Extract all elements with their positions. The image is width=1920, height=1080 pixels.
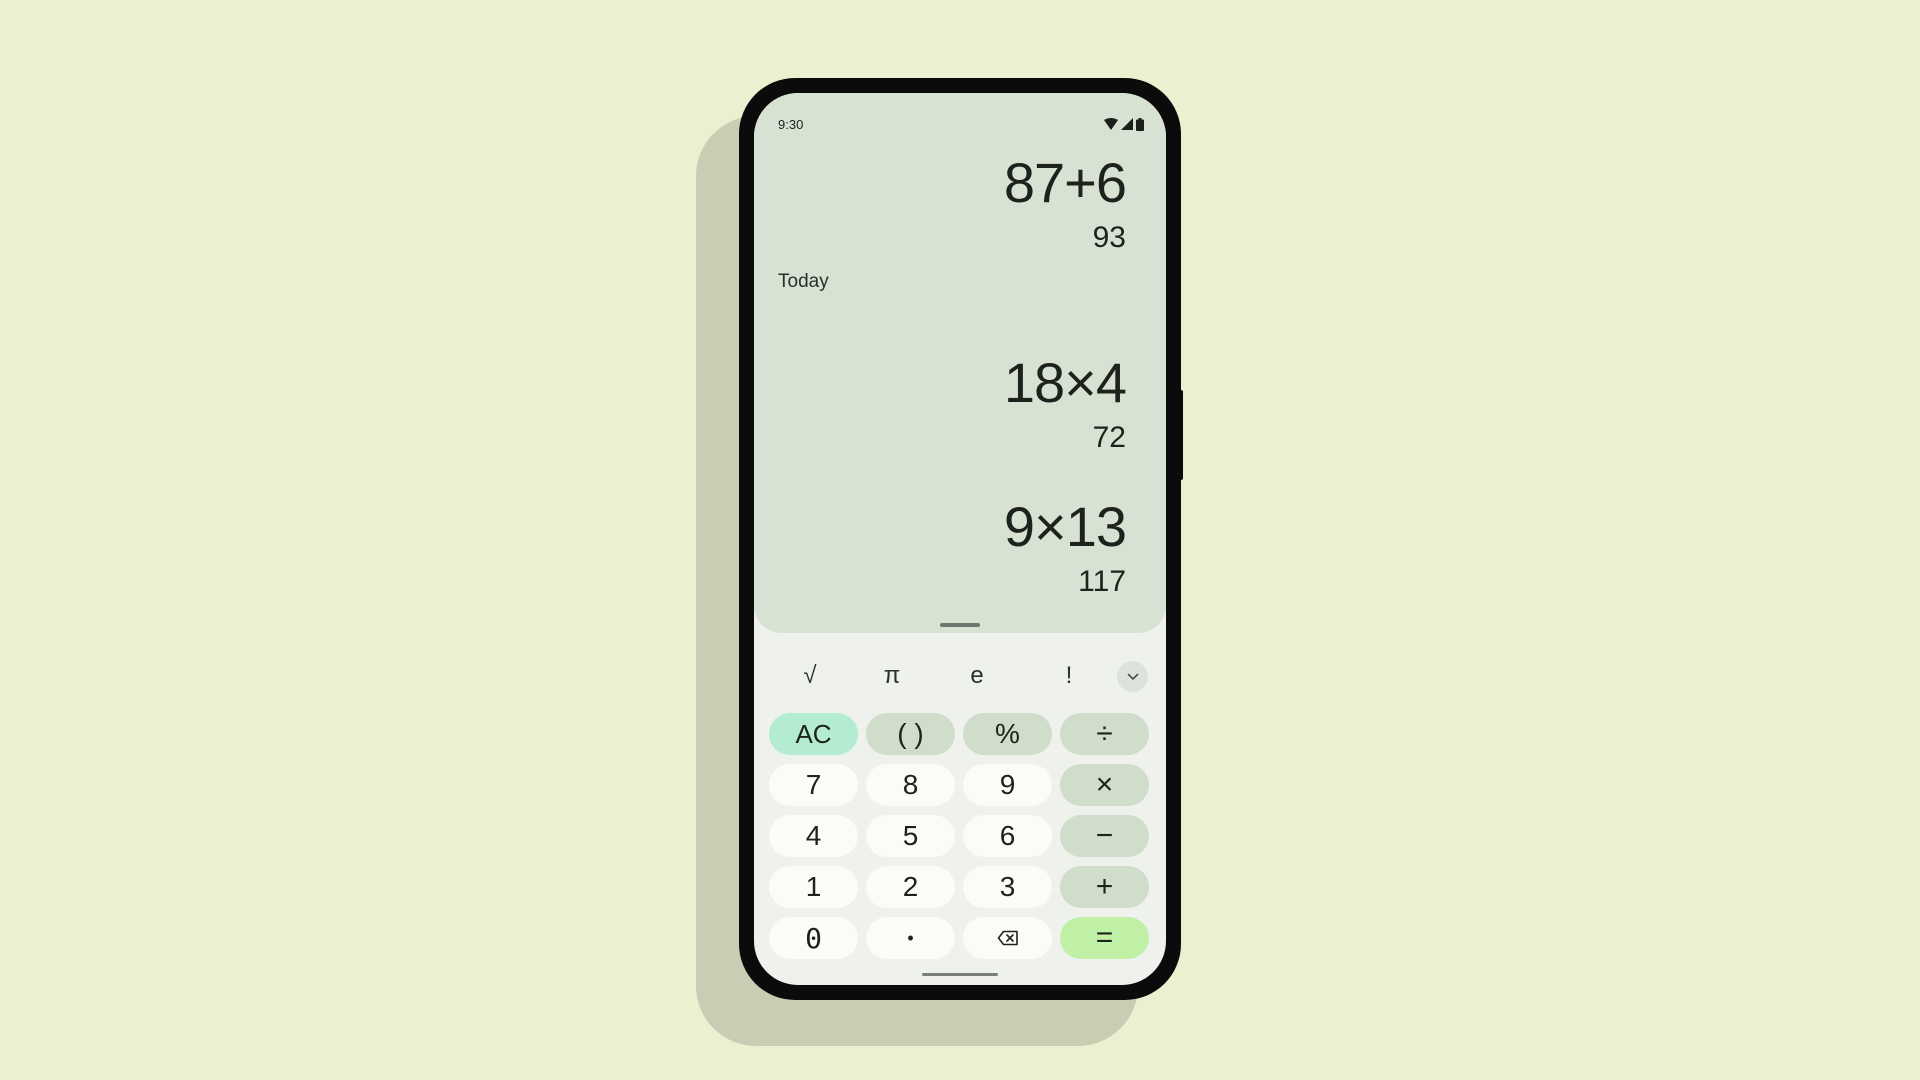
stage: 9:30 87+6 93 Today 18×4 72 9×13 117 √ π … — [0, 0, 1920, 1080]
phone-side-button — [1179, 390, 1183, 480]
digit-3-button[interactable]: 3 — [963, 866, 1052, 908]
chevron-down-icon — [1127, 673, 1138, 680]
display-panel[interactable]: 9:30 87+6 93 Today 18×4 72 9×13 117 — [754, 93, 1166, 633]
calculator-screen: 9:30 87+6 93 Today 18×4 72 9×13 117 √ π … — [754, 93, 1166, 985]
plus-button[interactable]: + — [1060, 866, 1149, 908]
cellular-icon — [1121, 118, 1133, 130]
wifi-icon — [1104, 118, 1118, 130]
battery-icon — [1136, 117, 1144, 131]
equals-button[interactable]: = — [1060, 917, 1149, 959]
digit-9-button[interactable]: 9 — [963, 764, 1052, 806]
gesture-nav-bar[interactable] — [922, 973, 998, 976]
decimal-point-button[interactable]: • — [866, 917, 955, 959]
digit-1-button[interactable]: 1 — [769, 866, 858, 908]
history-section-label: Today — [778, 271, 829, 292]
current-calculation: 87+6 93 — [1004, 153, 1127, 255]
display-drag-handle[interactable] — [940, 623, 980, 627]
parentheses-button[interactable]: ( ) — [866, 713, 955, 755]
history-expression: 18×4 — [1003, 351, 1127, 414]
digit-4-button[interactable]: 4 — [769, 815, 858, 857]
pi-button[interactable]: π — [862, 653, 922, 699]
factorial-button[interactable]: ! — [1039, 653, 1099, 699]
minus-button[interactable]: − — [1060, 815, 1149, 857]
percent-button[interactable]: % — [963, 713, 1052, 755]
sqrt-button[interactable]: √ — [780, 653, 840, 699]
status-bar: 9:30 — [778, 115, 1144, 133]
divide-button[interactable]: ÷ — [1060, 713, 1149, 755]
phone-frame: 9:30 87+6 93 Today 18×4 72 9×13 117 √ π … — [739, 78, 1181, 1000]
scientific-row: √ π e ! — [754, 653, 1166, 699]
multiply-button[interactable]: × — [1060, 764, 1149, 806]
history-result: 72 — [1092, 421, 1126, 454]
current-result: 93 — [1092, 221, 1126, 254]
history-entry[interactable]: 18×4 72 — [1003, 351, 1127, 455]
keypad: AC ( ) % ÷ 7 8 9 × 4 5 6 − 1 2 3 + 0 • = — [769, 713, 1150, 959]
backspace-button[interactable] — [963, 917, 1052, 959]
history-entry[interactable]: 9×13 117 — [1003, 495, 1127, 599]
backspace-icon — [997, 930, 1018, 946]
history-expression: 9×13 — [1003, 495, 1127, 558]
digit-8-button[interactable]: 8 — [866, 764, 955, 806]
status-icons — [1104, 117, 1144, 131]
all-clear-button[interactable]: AC — [769, 713, 858, 755]
digit-6-button[interactable]: 6 — [963, 815, 1052, 857]
euler-button[interactable]: e — [947, 653, 1007, 699]
digit-0-button[interactable]: 0 — [769, 917, 858, 959]
status-time: 9:30 — [778, 116, 804, 132]
current-expression[interactable]: 87+6 — [1004, 153, 1127, 213]
digit-5-button[interactable]: 5 — [866, 815, 955, 857]
digit-2-button[interactable]: 2 — [866, 866, 955, 908]
digit-7-button[interactable]: 7 — [769, 764, 858, 806]
expand-scientific-button[interactable] — [1117, 661, 1148, 692]
history-result: 117 — [1078, 565, 1126, 598]
